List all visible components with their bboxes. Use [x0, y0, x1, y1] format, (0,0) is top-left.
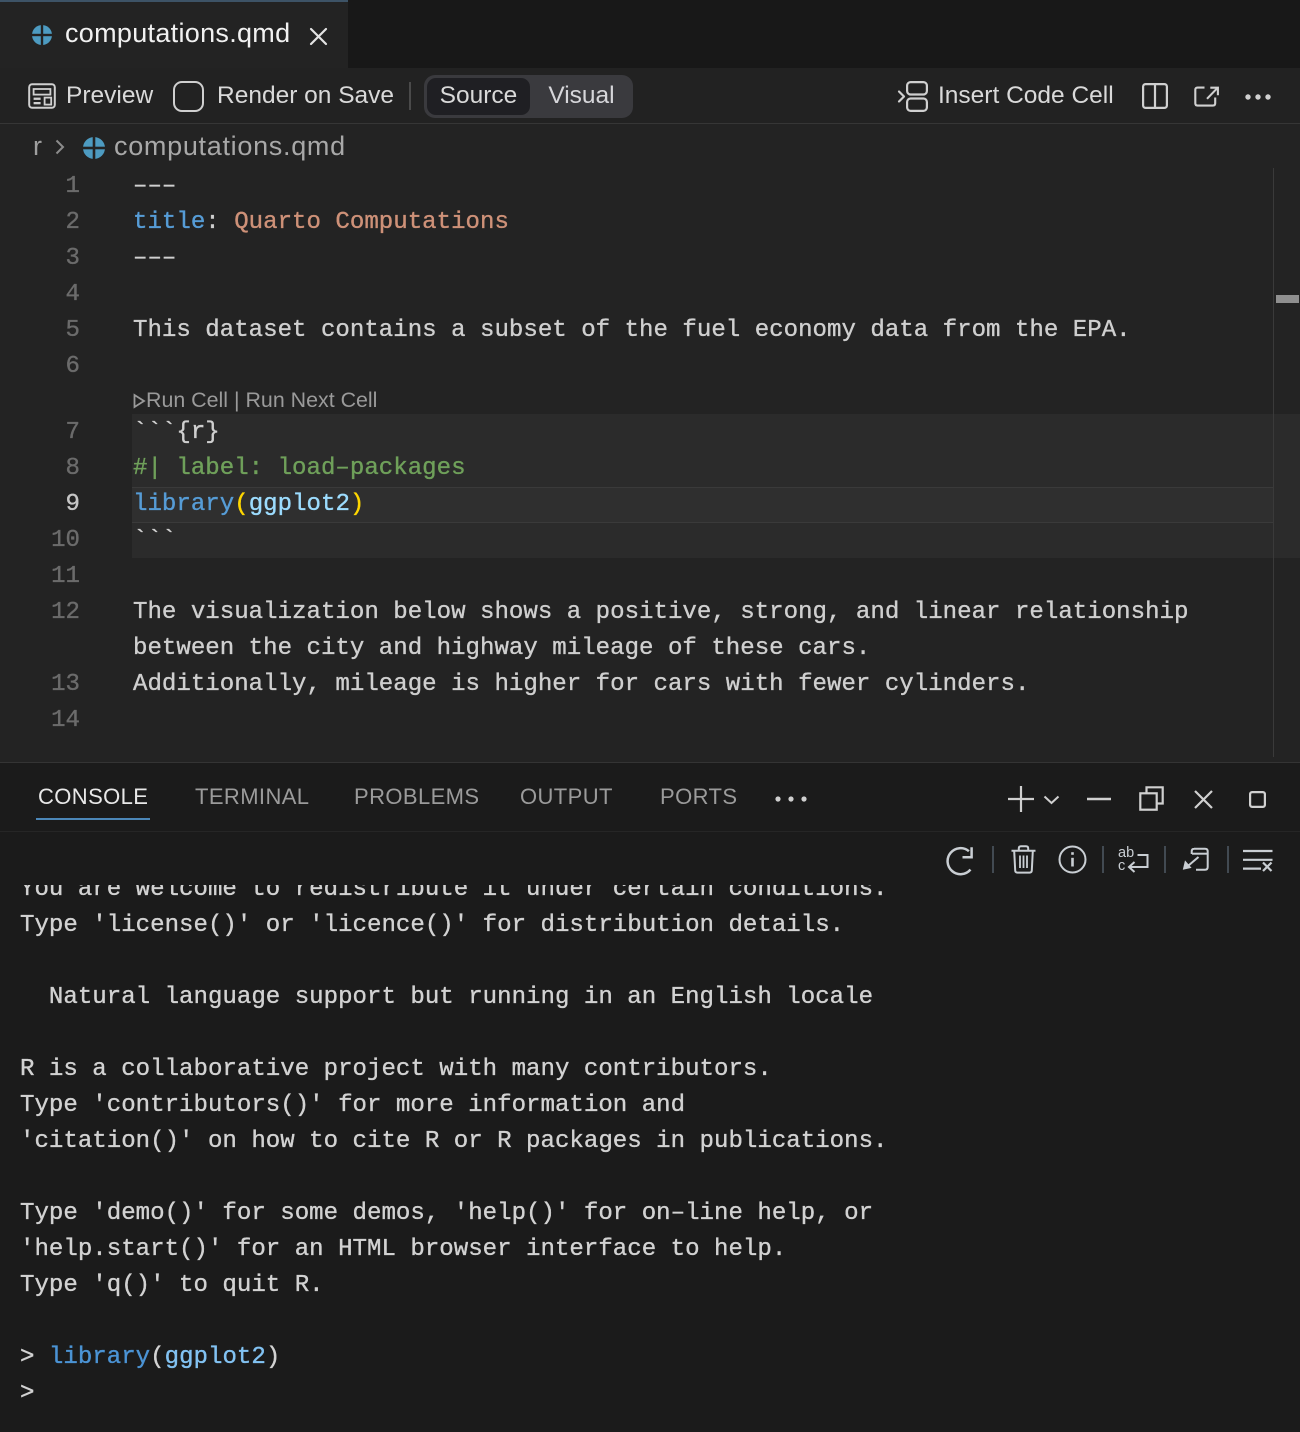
svg-text:c: c — [1118, 858, 1125, 874]
